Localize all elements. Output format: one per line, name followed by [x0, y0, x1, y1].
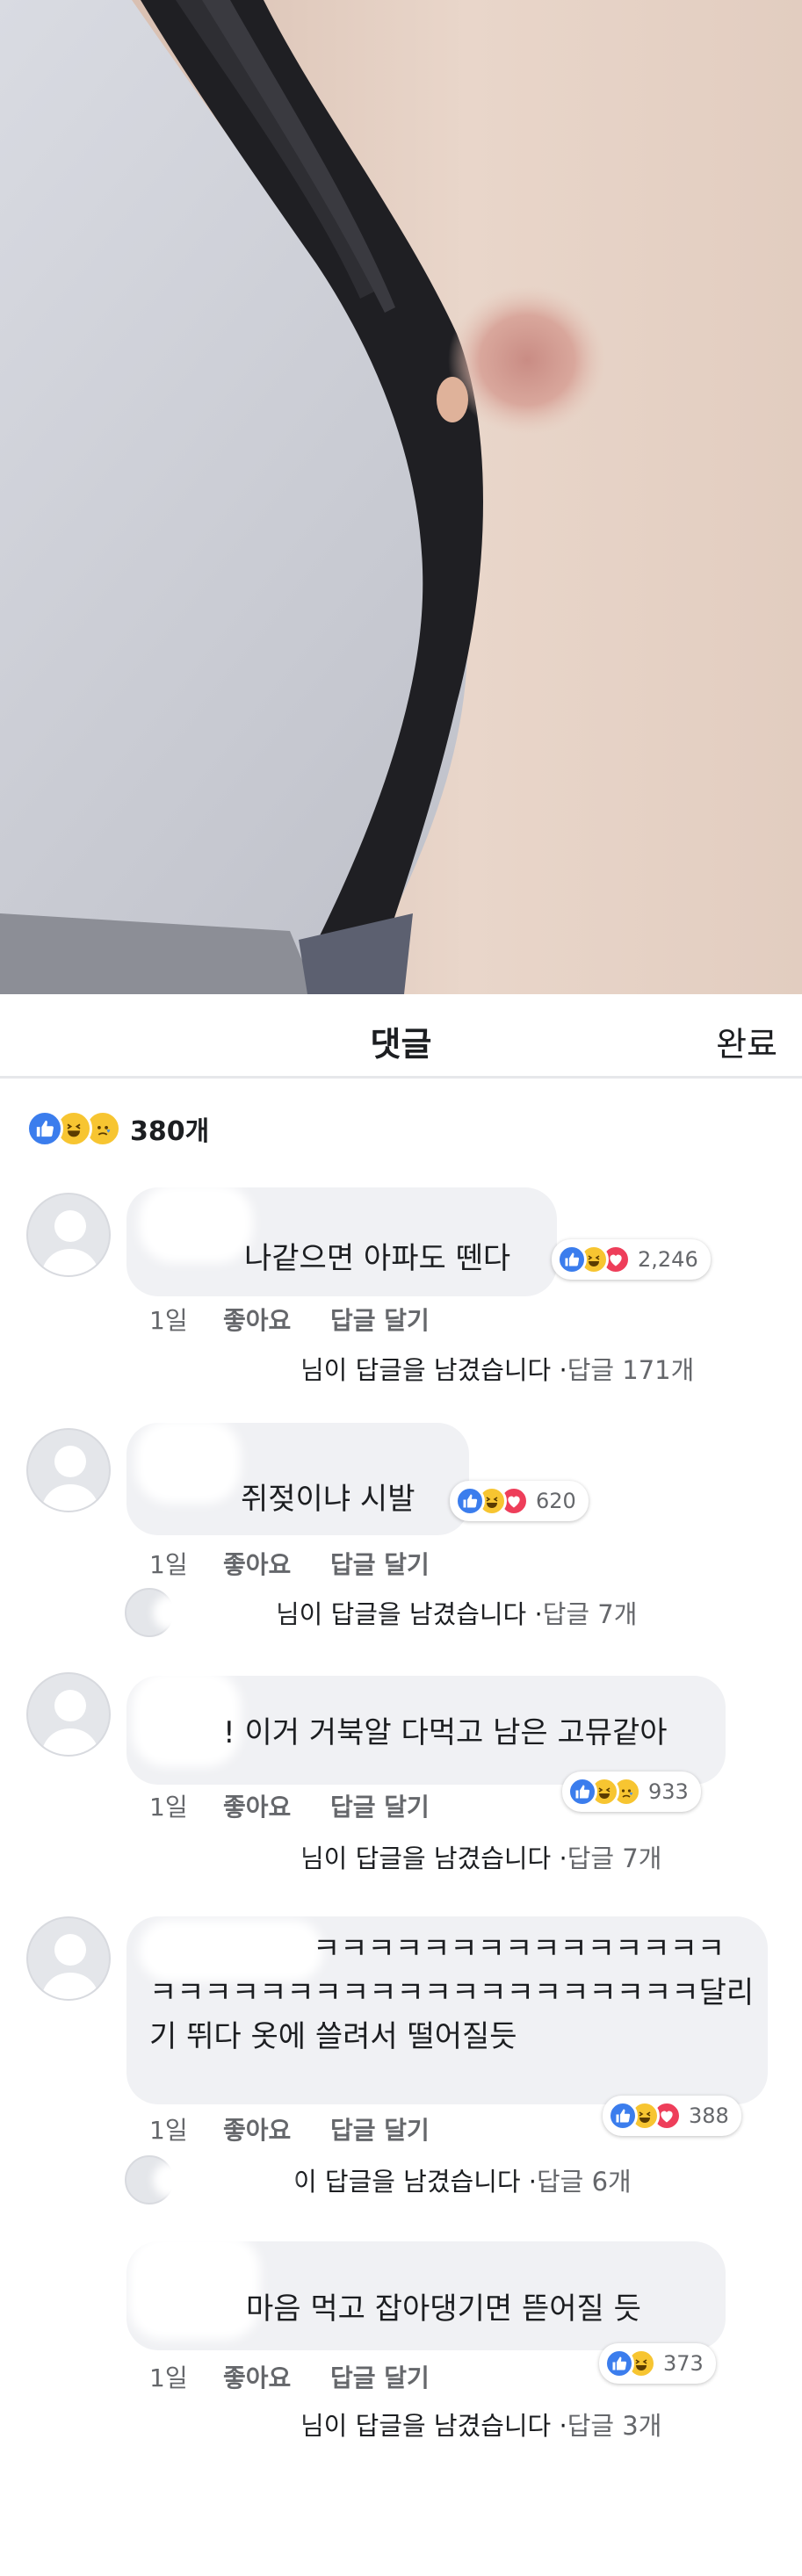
- comment-actions: 1일 좋아요 답글 달기: [149, 2111, 430, 2147]
- reply-button[interactable]: 답글 달기: [330, 2359, 430, 2394]
- comment-text: 쥐젖이냐 시발: [241, 1482, 415, 1517]
- comment-bubble[interactable]: 쥐젖이냐 시발: [126, 1419, 469, 1535]
- replies-text: 님이 답글을 남겼습니다 ·: [276, 1599, 543, 1629]
- replies-count: 답글 6개: [537, 2167, 632, 2197]
- redaction-mask: [153, 2162, 293, 2197]
- comment-text: 마음 먹고 잡아댕기면 뜯어질 듯: [246, 2291, 641, 2327]
- comment-reactions[interactable]: 933: [562, 1771, 701, 1812]
- reaction-count: 373: [663, 2351, 704, 2376]
- view-replies-link[interactable]: 님이 답글을 남겼습니다 · 답글 171개: [125, 1342, 694, 1395]
- like-button[interactable]: 좋아요: [223, 2111, 330, 2147]
- replies-count: 답글 7개: [567, 1844, 662, 1873]
- reaction-count: 388: [689, 2103, 729, 2128]
- done-button[interactable]: 완료: [716, 1017, 777, 1065]
- redaction-mask: [153, 1595, 276, 1630]
- reply-button[interactable]: 답글 달기: [330, 1302, 430, 1337]
- replies-count: 답글 7개: [542, 1599, 638, 1629]
- like-icon: [567, 1777, 597, 1807]
- reaction-count: 2,246: [638, 1247, 698, 1272]
- like-button[interactable]: 좋아요: [223, 1788, 330, 1823]
- comment-bubble[interactable]: 마음 먹고 잡아댕기면 뜯어질 듯: [126, 2234, 726, 2350]
- reaction-count: 380개: [130, 1116, 210, 1147]
- avatar[interactable]: [26, 1916, 111, 2001]
- comment-reactions[interactable]: 388: [603, 2096, 741, 2136]
- comment-actions: 1일 좋아요 답글 달기: [149, 1546, 430, 1581]
- replies-count: 답글 171개: [567, 1355, 695, 1385]
- reaction-summary[interactable]: 380개: [26, 1108, 209, 1149]
- comment-text-line: 기 뛰다 옷에 쓸려서 떨어질듯: [149, 2019, 517, 2054]
- redaction-mask: [125, 2406, 300, 2442]
- reaction-icons: [26, 1110, 121, 1147]
- comment-reactions[interactable]: 373: [599, 2343, 716, 2384]
- like-icon: [455, 1486, 485, 1516]
- comment-text-line: ㅋㅋㅋㅋㅋㅋㅋㅋㅋㅋㅋㅋㅋㅋㅋㅋㅋㅋㅋㅋ달리: [149, 1975, 755, 2010]
- reaction-count: 933: [648, 1779, 689, 1804]
- comment-time: 1일: [149, 1306, 188, 1335]
- comment-bubble[interactable]: 나같으면 아파도 뗀다: [126, 1184, 557, 1296]
- like-icon: [608, 2101, 638, 2131]
- comment-time: 1일: [149, 1550, 188, 1579]
- redaction-mask: [128, 2234, 260, 2340]
- replies-text: 님이 답글을 남겼습니다 ·: [300, 1355, 567, 1385]
- like-icon: [557, 1245, 587, 1274]
- like-button[interactable]: 좋아요: [223, 1302, 330, 1337]
- comment-time: 1일: [149, 1793, 188, 1822]
- comment-text: ! 이거 거북알 다먹고 남은 고뮤같아: [223, 1715, 668, 1750]
- redaction-mask: [125, 1351, 300, 1386]
- comment-reactions[interactable]: 2,246: [552, 1239, 711, 1280]
- comment-actions: 1일 좋아요 답글 달기: [149, 1302, 430, 1337]
- redaction-mask: [125, 1839, 300, 1874]
- post-photo: [0, 0, 802, 994]
- redaction-mask: [135, 1419, 241, 1504]
- comment-actions: 1일 좋아요 답글 달기: [149, 2359, 430, 2394]
- view-replies-link[interactable]: 님이 답글을 남겼습니다 · 답글 7개: [125, 1830, 661, 1883]
- reply-button[interactable]: 답글 달기: [330, 1788, 430, 1823]
- like-icon: [26, 1110, 63, 1147]
- redaction-mask: [139, 1184, 253, 1263]
- avatar[interactable]: [26, 1193, 111, 1277]
- replies-text: 님이 답글을 남겼습니다 ·: [300, 1844, 567, 1873]
- comment-actions: 1일 좋아요 답글 달기: [149, 1788, 430, 1823]
- reply-button[interactable]: 답글 달기: [330, 1546, 430, 1581]
- reply-button[interactable]: 답글 달기: [330, 2111, 430, 2147]
- avatar[interactable]: [26, 1672, 111, 1757]
- comment-time: 1일: [149, 2363, 188, 2392]
- like-icon: [604, 2349, 634, 2378]
- comment-reactions[interactable]: 620: [450, 1481, 589, 1521]
- comment-bubble[interactable]: ! 이거 거북알 다먹고 남은 고뮤같아: [126, 1670, 726, 1785]
- page-title: 댓글: [370, 1025, 432, 1064]
- comments-header: 댓글 완료: [0, 994, 802, 1079]
- comment-bubble[interactable]: ㅋㅋㅋㅋㅋㅋㅋㅋㅋㅋㅋㅋㅋㅋㅋ ㅋㅋㅋㅋㅋㅋㅋㅋㅋㅋㅋㅋㅋㅋㅋㅋㅋㅋㅋㅋ달리 기…: [126, 1916, 768, 2104]
- view-replies-link[interactable]: 님이 답글을 남겼습니다 · 답글 3개: [125, 2398, 661, 2450]
- comment-text-line: ㅋㅋㅋㅋㅋㅋㅋㅋㅋㅋㅋㅋㅋㅋㅋ: [313, 1931, 726, 1966]
- reaction-count: 620: [536, 1489, 576, 1513]
- replies-count: 답글 3개: [567, 2411, 662, 2441]
- like-button[interactable]: 좋아요: [223, 1546, 330, 1581]
- comment-time: 1일: [149, 2116, 188, 2145]
- view-replies-link[interactable]: 이 답글을 남겼습니다 · 답글 6개: [125, 2154, 632, 2206]
- replies-text: 님이 답글을 남겼습니다 ·: [300, 2411, 567, 2441]
- like-button[interactable]: 좋아요: [223, 2359, 330, 2394]
- avatar[interactable]: [26, 1428, 111, 1512]
- replies-text: 이 답글을 남겼습니다 ·: [293, 2167, 537, 2197]
- view-replies-link[interactable]: 님이 답글을 남겼습니다 · 답글 7개: [125, 1586, 637, 1639]
- comment-text: 나같으면 아파도 뗀다: [244, 1241, 511, 1276]
